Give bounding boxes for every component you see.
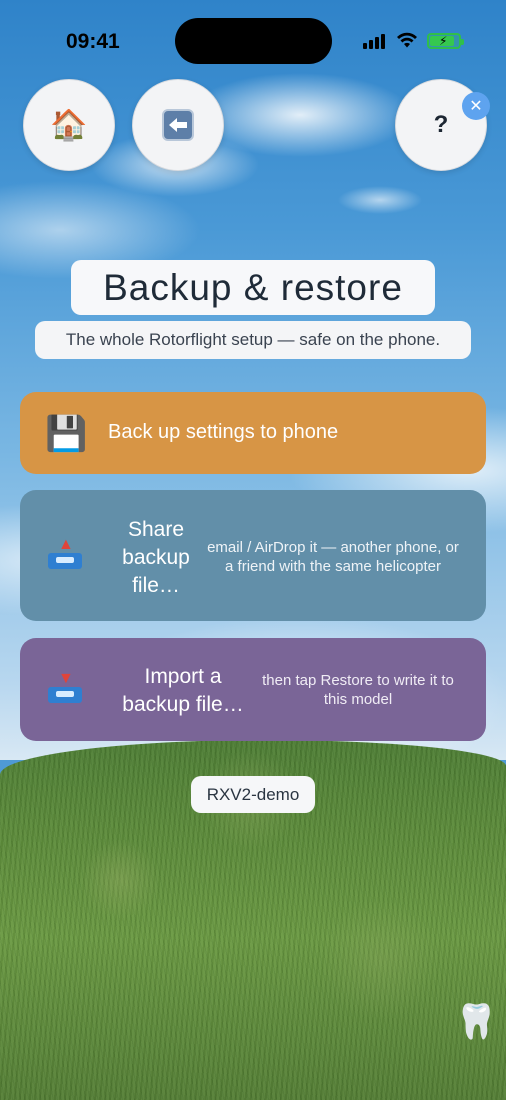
import-hint: then tap Restore to write it to this mod… <box>262 672 454 708</box>
status-bar: 09:41 ⚡ <box>0 0 506 80</box>
help-label: ? <box>433 111 449 138</box>
outbox-tray-icon: ▲ <box>48 537 82 569</box>
tooth-icon[interactable]: 🦷 <box>455 1002 497 1042</box>
share-label: Share backup file… <box>122 518 190 597</box>
dynamic-island <box>175 18 332 64</box>
wifi-icon <box>397 32 417 48</box>
home-button[interactable]: 🏠 <box>23 79 115 171</box>
battery-charging-icon: ⚡ <box>427 33 464 49</box>
page-subtitle: The whole Rotorflight setup — safe on th… <box>35 321 471 359</box>
page-title: Backup & restore <box>71 260 435 315</box>
floppy-disk-icon: 💾 <box>45 415 88 453</box>
back-arrow-icon <box>162 109 194 141</box>
close-icon[interactable]: ✕ <box>462 92 490 120</box>
status-time: 09:41 <box>66 30 120 53</box>
import-label: Import a backup file… <box>122 665 244 716</box>
share-hint: email / AirDrop it — another phone, or a… <box>207 539 459 575</box>
home-icon: 🏠 <box>50 108 88 142</box>
cellular-signal-icon <box>363 33 387 49</box>
back-button[interactable] <box>132 79 224 171</box>
backup-to-phone-button[interactable]: 💾 Back up settings to phone <box>20 392 486 474</box>
import-backup-button[interactable]: ▼ Import a backup file… then tap Restore… <box>20 638 486 741</box>
share-backup-button[interactable]: ▲ Share backup file… email / AirDrop it … <box>20 490 486 621</box>
inbox-tray-icon: ▼ <box>48 671 82 703</box>
model-name-badge: RXV2-demo <box>191 776 315 813</box>
backup-label: Back up settings to phone <box>108 421 339 443</box>
